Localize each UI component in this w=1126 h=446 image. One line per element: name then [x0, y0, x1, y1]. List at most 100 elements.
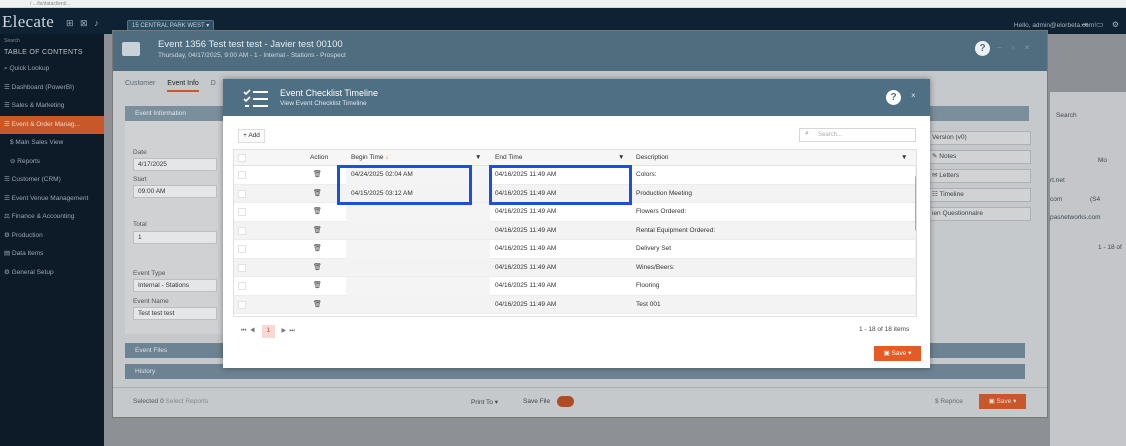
description-cell[interactable]: Colors: — [636, 171, 657, 178]
select-reports-link[interactable]: Select Reports — [166, 398, 209, 405]
last-page-icon[interactable]: ⏭ — [289, 328, 294, 334]
sidebar-item-quick-lookup[interactable]: ⌕ Quick Lookup — [0, 60, 104, 79]
column-description[interactable]: Description — [636, 154, 669, 161]
description-cell[interactable]: Test 001 — [636, 301, 661, 308]
table-row[interactable]: 🗑 04/16/2025 11:49 AM Test 001 — [234, 295, 916, 314]
event-footer: Selected 0 Select Reports Print To ▾ Sav… — [113, 387, 1047, 417]
sidebar-item-event-order[interactable]: ☰ Event & Order Manag... — [0, 115, 104, 134]
description-cell[interactable]: Flooring — [636, 282, 659, 289]
sidebar-item-data-items[interactable]: ▤ Data Items — [0, 245, 104, 264]
table-row[interactable]: 🗑 04/16/2025 11:49 AM Flooring — [234, 277, 916, 296]
description-cell[interactable]: Wines/Beers: — [636, 264, 675, 271]
column-begin-time[interactable]: Begin Time ↓ — [351, 154, 389, 161]
reprice-label: Reprice — [940, 398, 963, 405]
row-checkbox[interactable] — [238, 208, 246, 216]
sidebar-item-label: Reports — [17, 157, 41, 165]
description-cell[interactable]: Flowers Ordered: — [636, 208, 686, 215]
event-card-icon — [122, 42, 140, 56]
total-stepper[interactable]: 1 — [133, 231, 217, 244]
sidebar-item-general-setup[interactable]: ⚙ General Setup — [0, 264, 104, 283]
table-row[interactable]: 🗑 04/16/2025 11:49 AM Delivery Set — [234, 240, 916, 259]
help-icon[interactable]: ? — [975, 41, 990, 56]
sidebar-item-dashboard[interactable]: ☰ Dashboard (PowerBI) — [0, 79, 104, 98]
first-page-icon[interactable]: ⏮ — [241, 328, 246, 334]
event-information-header[interactable]: Event Information — [125, 106, 225, 121]
close-icon[interactable]: × — [911, 91, 916, 100]
print-to-select[interactable]: Print To ▾ — [471, 398, 498, 406]
row-checkbox[interactable] — [238, 245, 246, 253]
row-checkbox[interactable] — [238, 300, 246, 309]
scrollbar-thumb[interactable] — [915, 176, 916, 231]
filter-begin-icon[interactable]: ▼ — [475, 154, 481, 161]
description-cell[interactable]: Production Meeting — [636, 190, 692, 197]
trash-icon[interactable]: 🗑 — [313, 263, 322, 271]
sidebar-item-reports[interactable]: ⊖ Reports — [0, 153, 104, 172]
end-time-cell[interactable]: 04/16/2025 11:49 AM — [495, 208, 556, 215]
right-section-header — [916, 106, 1029, 121]
filter-end-icon[interactable]: ▼ — [618, 154, 624, 161]
tab-customer[interactable]: Customer — [125, 80, 155, 90]
filter-description-icon[interactable]: ▼ — [901, 154, 907, 161]
end-time-cell[interactable]: 04/16/2025 11:49 AM — [495, 227, 556, 234]
trash-icon[interactable]: 🗑 — [313, 244, 322, 252]
user-action-icons[interactable]: ⇥ ▭ ⚙ — [1081, 20, 1122, 29]
row-checkbox[interactable] — [238, 171, 246, 179]
table-row[interactable]: 🗑 04/16/2025 11:49 AM Flowers Ordered: — [234, 203, 916, 222]
row-checkbox[interactable] — [238, 282, 246, 290]
letters-button[interactable]: ✉ Letters — [928, 169, 1031, 183]
trash-icon[interactable]: 🗑 — [313, 226, 322, 234]
prev-page-icon[interactable]: ◀ — [250, 328, 255, 334]
table-row[interactable]: 🗑 04/16/2025 11:49 AM Wines/Beers: — [234, 258, 916, 277]
sidebar-item-venue-management[interactable]: ☰ Event Venue Management — [0, 190, 104, 209]
end-time-cell[interactable]: 04/16/2025 11:49 AM — [495, 282, 556, 289]
row-checkbox[interactable] — [238, 189, 246, 198]
toolbar-icons[interactable]: ⊞ ⊠ ♪ — [66, 18, 101, 29]
sidebar-search-label[interactable]: Search — [0, 34, 104, 44]
select-all-checkbox[interactable] — [238, 154, 246, 162]
description-cell[interactable]: Rental Equipment Ordered: — [636, 227, 715, 234]
page-1-button[interactable]: 1 — [261, 325, 275, 338]
date-field[interactable]: 4/17/2025 — [133, 158, 217, 171]
grid-scrollbar[interactable] — [915, 166, 916, 316]
sidebar-item-sales-marketing[interactable]: ☰ Sales & Marketing — [0, 97, 104, 116]
description-cell[interactable]: Delivery Set — [636, 245, 671, 252]
add-button[interactable]: + Add — [238, 129, 265, 143]
search-input[interactable]: ⌕ Search... — [799, 128, 916, 142]
column-end-time[interactable]: End Time — [495, 154, 522, 161]
sidebar-item-production[interactable]: ⚙ Production — [0, 227, 104, 246]
end-time-cell[interactable]: 04/16/2025 11:49 AM — [495, 301, 556, 308]
row-checkbox[interactable] — [238, 263, 246, 272]
timeline-label: Timeline — [939, 191, 964, 198]
next-page-icon[interactable]: ▶ — [281, 328, 286, 334]
event-save-button[interactable]: ▣ Save ▾ — [979, 394, 1026, 409]
row-checkbox[interactable] — [238, 226, 246, 235]
start-field[interactable]: 09:00 AM — [133, 185, 217, 198]
questionnaire-button[interactable]: ien Questionnaire — [928, 207, 1031, 221]
sidebar-item-finance[interactable]: ⚖ Finance & Accounting — [0, 208, 104, 227]
help-icon[interactable]: ? — [886, 90, 901, 105]
table-row[interactable]: 🗑 04/16/2025 11:49 AM Rental Equipment O… — [234, 221, 916, 240]
browser-url[interactable]: / .../ts/dataclient/... — [30, 0, 71, 8]
end-time-cell[interactable]: 04/16/2025 11:49 AM — [495, 245, 556, 252]
trash-icon[interactable]: 🗑 — [313, 189, 322, 197]
tab-other[interactable]: D — [211, 80, 216, 90]
timeline-button[interactable]: ☷ Timeline — [928, 188, 1031, 202]
save-file-toggle[interactable] — [557, 396, 574, 407]
end-time-cell[interactable]: 04/16/2025 11:49 AM — [495, 264, 556, 271]
dialog-save-button[interactable]: ▣ Save ▾ — [874, 346, 921, 361]
save-file-label: Save File — [523, 398, 551, 405]
sidebar-item-customer[interactable]: ☰ Customer (CRM) — [0, 171, 104, 190]
app-logo[interactable]: Elecate — [2, 12, 54, 32]
trash-icon[interactable]: 🗑 — [313, 170, 322, 178]
trash-icon[interactable]: 🗑 — [313, 300, 322, 308]
window-controls-icon[interactable]: – ▫ × — [997, 43, 1033, 52]
notes-button[interactable]: ✎ Notes — [928, 150, 1031, 164]
trash-icon[interactable]: 🗑 — [313, 281, 322, 289]
version-button[interactable]: Version (v0) — [928, 131, 1031, 145]
reprice-button[interactable]: $ Reprice — [935, 398, 963, 405]
trash-icon[interactable]: 🗑 — [313, 207, 322, 215]
event-type-select[interactable]: Internal - Stations — [133, 279, 217, 292]
event-name-field[interactable]: Test test test — [133, 307, 217, 320]
sidebar-item-main-sales-view[interactable]: $ Main Sales View — [0, 134, 104, 153]
tab-event-info[interactable]: Event Info — [167, 80, 199, 92]
